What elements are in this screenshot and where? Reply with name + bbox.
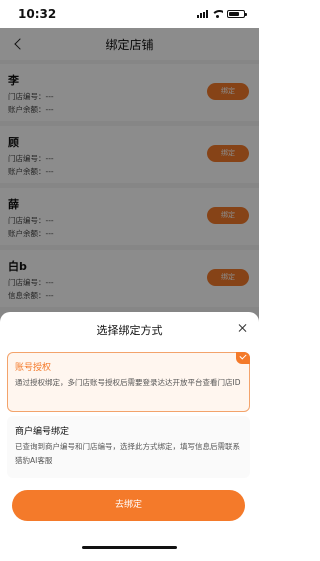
option-account-auth[interactable]: 账号授权 通过授权绑定，多门店账号授权后需要登录达达开放平台查看门店ID — [7, 352, 250, 412]
option-title: 商户编号绑定 — [15, 427, 70, 437]
status-icons — [197, 9, 247, 18]
close-icon[interactable] — [236, 321, 250, 335]
home-indicator — [82, 546, 177, 549]
signal-icon — [197, 9, 208, 18]
go-bind-button[interactable]: 去绑定 — [12, 490, 245, 521]
battery-icon — [227, 9, 247, 18]
option-description: 通过授权绑定，多门店账号授权后需要登录达达开放平台查看门店ID — [15, 378, 241, 387]
option-title: 账号授权 — [15, 363, 52, 373]
bind-method-sheet: 选择绑定方式 账号授权 通过授权绑定，多门店账号授权后需要登录达达开放平台查看门… — [0, 312, 259, 561]
check-icon — [236, 352, 250, 364]
status-bar: 10:32 — [0, 0, 259, 28]
status-time: 10:32 — [18, 7, 57, 21]
sheet-title: 选择绑定方式 — [96, 324, 163, 337]
option-description: 已查询到商户编号和门店编号，选择此方式绑定，填写信息后需联系猎豹AI客服 — [15, 442, 240, 465]
option-merchant-number[interactable]: 商户编号绑定 已查询到商户编号和门店编号，选择此方式绑定，填写信息后需联系猎豹A… — [7, 416, 250, 478]
wifi-icon — [212, 9, 223, 18]
